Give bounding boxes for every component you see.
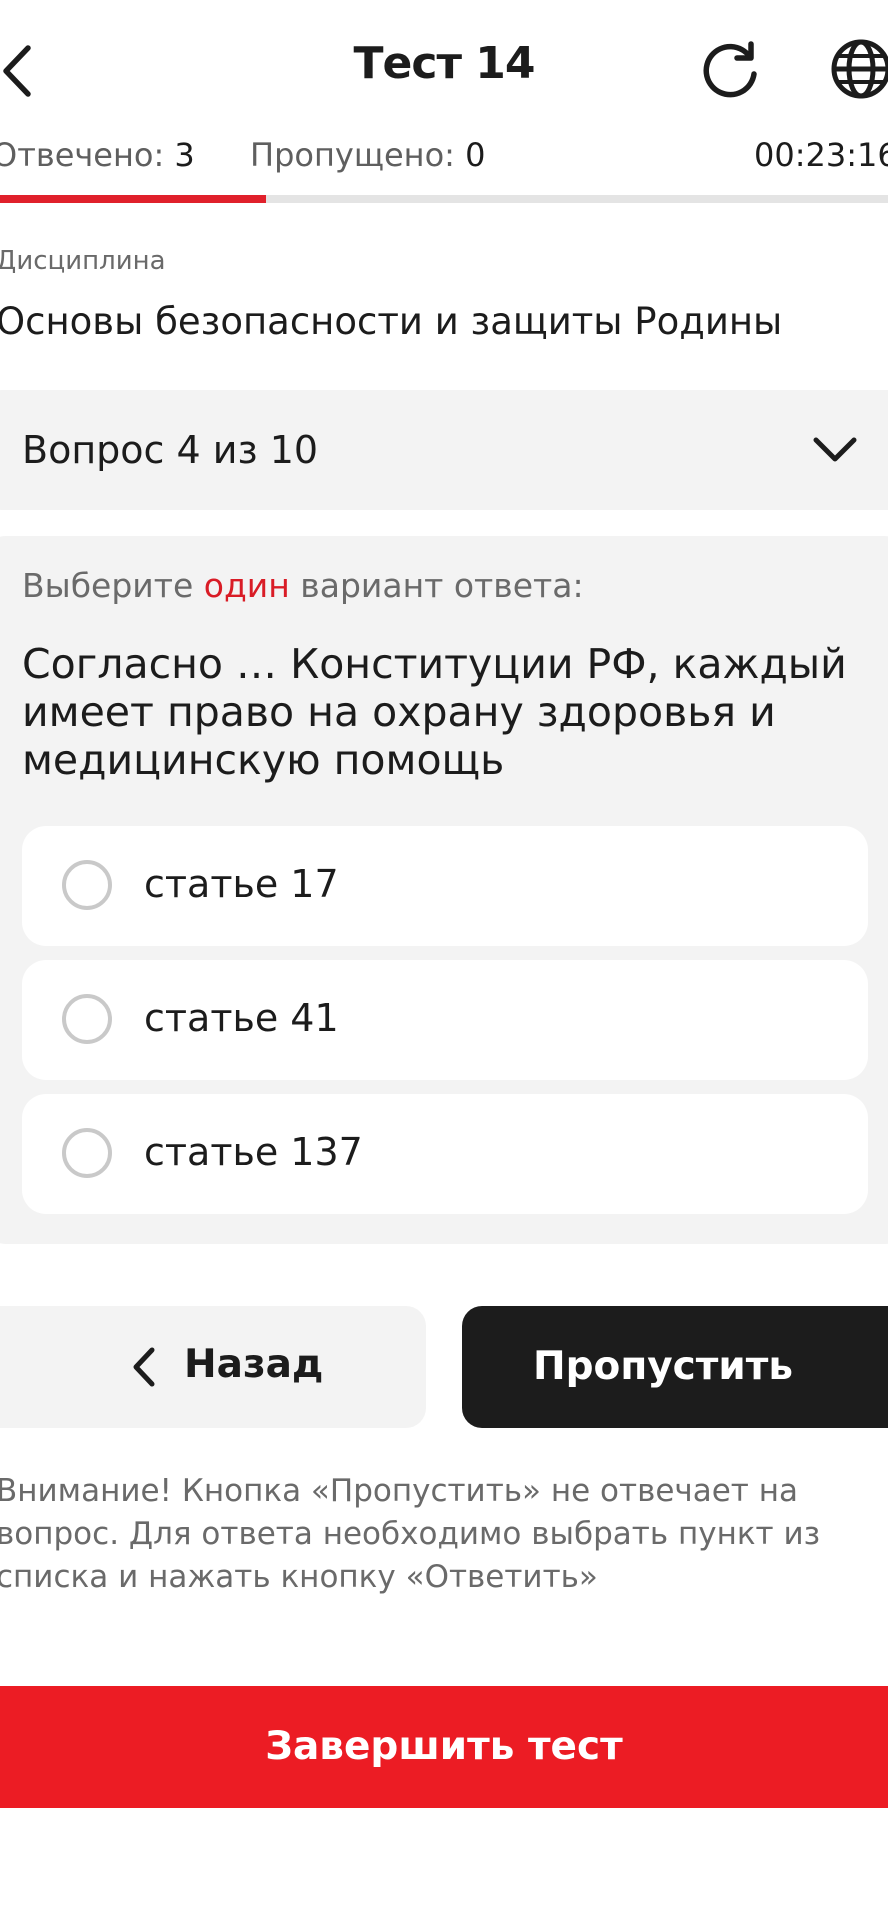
back-button[interactable]: Назад [0,1306,426,1428]
answered-value: 3 [174,136,195,174]
answer-option-label: статье 41 [144,996,339,1040]
radio-icon[interactable] [62,994,112,1044]
radio-icon[interactable] [62,1128,112,1178]
hint-suffix: вариант ответа: [289,566,584,605]
discipline-name: Основы безопасности и защиты Родины [0,300,783,343]
question-card: Выберите один вариант ответа: Согласно …… [0,536,888,1244]
skip-button[interactable]: Пропустить [462,1306,888,1428]
answer-option[interactable]: статье 41 [22,960,868,1080]
hint-prefix: Выберите [22,566,204,605]
question-text: Согласно … Конституции РФ, каждый имеет … [22,640,847,784]
skip-notice: Внимание! Кнопка «Пропустить» не отвечае… [0,1473,821,1595]
chevron-left-icon [133,1347,155,1387]
answer-option[interactable]: статье 17 [22,826,868,946]
answered-count: Отвечено: 3 [0,136,195,174]
answer-option-label: статье 17 [144,862,339,906]
progress-bar [0,195,888,203]
discipline-label: Дисциплина [0,246,166,276]
answered-label: Отвечено: [0,136,165,174]
timer: 00:23:16 [754,136,888,174]
skipped-value: 0 [465,136,486,174]
question-selector[interactable]: Вопрос 4 из 10 [0,390,888,510]
finish-test-label: Завершить тест [265,1724,623,1769]
question-number: Вопрос 4 из 10 [22,428,319,472]
radio-icon[interactable] [62,860,112,910]
skipped-count: Пропущено: 0 [250,136,485,174]
skipped-label: Пропущено: [250,136,455,174]
test-stats: Отвечено: 3 Пропущено: 0 00:23:16 [0,136,888,178]
refresh-icon[interactable] [700,38,762,100]
finish-test-button[interactable]: Завершить тест [0,1686,888,1808]
globe-icon[interactable] [828,36,888,102]
skip-button-label: Пропустить [532,1344,794,1389]
progress-fill [0,195,267,203]
test-screen: Тест 14 Отвечено: 3 Пропущено: 0 00:23:1… [0,0,888,1920]
chevron-down-icon [813,437,857,462]
answer-option[interactable]: статье 137 [22,1094,868,1214]
answer-option-label: статье 137 [144,1130,363,1174]
hint-emphasis: один [203,566,290,605]
answer-hint: Выберите один вариант ответа: [22,566,584,605]
header: Тест 14 [0,0,888,130]
back-button-label: Назад [184,1342,324,1387]
